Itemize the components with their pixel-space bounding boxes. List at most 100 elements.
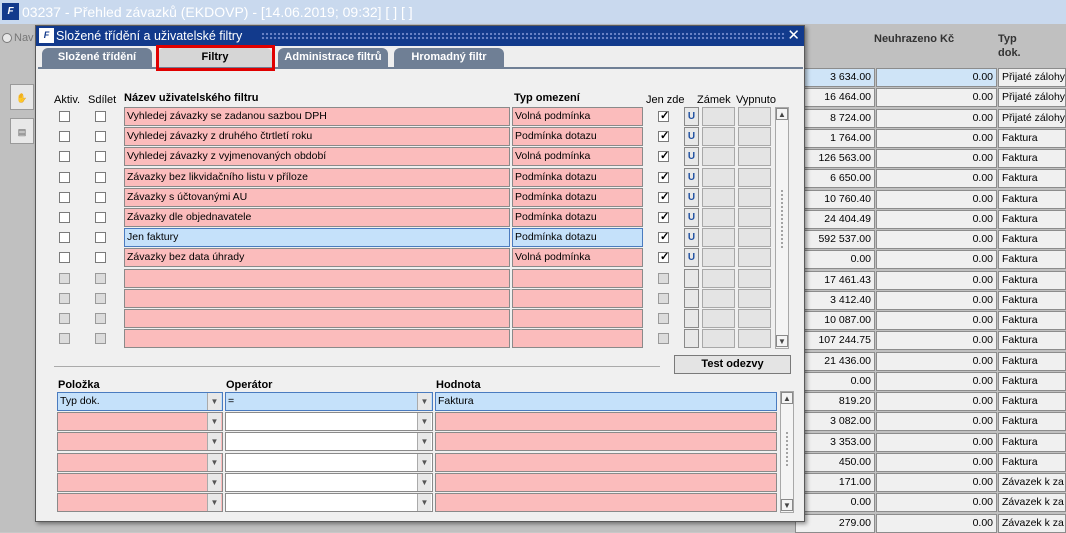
filter-type-field[interactable]: Podmínka dotazu [512,167,643,187]
filter-type-field[interactable] [512,268,643,288]
u-button[interactable]: U [684,248,699,268]
polozka-field[interactable]: Typ dok. [57,392,223,411]
filter-name-field[interactable]: Vyhledej závazky z vyjmenovaných období [124,147,510,167]
filter-type-field[interactable] [512,288,643,308]
aktiv-checkbox[interactable] [59,111,70,122]
sdilet-checkbox[interactable] [95,333,106,345]
jen-zde-checkbox[interactable] [658,210,669,223]
chevron-down-icon[interactable]: ▼ [417,453,431,471]
filter-name-field[interactable]: Jen faktury [124,228,510,248]
sdilet-checkbox[interactable] [95,232,106,244]
sdilet-checkbox[interactable] [95,131,106,143]
hodnota-field[interactable]: Faktura [435,392,777,411]
filter-name-field[interactable]: Závazky dle objednavatele [124,208,510,227]
filter-type-field[interactable]: Volná podmínka [512,107,643,126]
polozka-field[interactable] [57,472,223,492]
jen-zde-checkbox[interactable] [658,313,669,324]
jen-zde-checkbox[interactable] [658,190,669,203]
filter-type-field[interactable]: Volná podmínka [512,147,643,167]
filter-name-field[interactable]: Závazky bez likvidačního listu v příloze [124,167,510,187]
scroll-down-icon[interactable]: ▼ [776,335,788,347]
aktiv-checkbox[interactable] [59,252,70,264]
u-button[interactable]: U [684,208,699,227]
aktiv-checkbox[interactable] [59,151,70,163]
aktiv-checkbox[interactable] [59,313,70,324]
polozka-field[interactable] [57,493,223,512]
u-button[interactable]: U [684,147,699,167]
u-button[interactable] [684,329,699,349]
test-odezvy-button[interactable]: Test odezvy [674,355,791,374]
close-icon[interactable]: ✕ [787,26,800,46]
operator-field[interactable] [225,472,433,492]
jen-zde-checkbox[interactable] [658,230,669,244]
u-button[interactable]: U [684,228,699,248]
chevron-down-icon[interactable]: ▼ [417,433,431,451]
chevron-down-icon[interactable]: ▼ [417,413,431,431]
cond-scroll-down-icon[interactable]: ▼ [781,499,793,511]
jen-zde-checkbox[interactable] [658,149,669,163]
hodnota-field[interactable] [435,472,777,492]
scroll-up-icon[interactable]: ▲ [776,108,788,120]
aktiv-checkbox[interactable] [59,171,70,183]
sdilet-checkbox[interactable] [95,191,106,203]
jen-zde-checkbox[interactable] [658,292,669,304]
jen-zde-checkbox[interactable] [658,129,669,143]
chevron-down-icon[interactable]: ▼ [207,453,221,471]
filter-type-field[interactable]: Podmínka dotazu [512,228,643,248]
polozka-field[interactable] [57,432,223,452]
aktiv-checkbox[interactable] [59,212,70,223]
sdilet-checkbox[interactable] [95,313,106,324]
aktiv-checkbox[interactable] [59,131,70,143]
hodnota-field[interactable] [435,452,777,472]
operator-field[interactable] [225,493,433,512]
polozka-field[interactable] [57,412,223,432]
cond-scroll-grip[interactable] [785,431,789,467]
operator-field[interactable] [225,432,433,452]
tab-administrace-filtru[interactable]: Administrace filtrů [278,48,388,67]
filter-type-field[interactable]: Volná podmínka [512,248,643,268]
hand-icon[interactable]: ✋ [10,84,34,110]
chevron-down-icon[interactable]: ▼ [417,473,431,491]
hodnota-field[interactable] [435,412,777,432]
u-button[interactable] [684,268,699,288]
chevron-down-icon[interactable]: ▼ [417,494,431,511]
operator-field[interactable] [225,452,433,472]
u-button[interactable] [684,309,699,328]
jen-zde-checkbox[interactable] [658,170,669,183]
chevron-down-icon[interactable]: ▼ [207,393,221,410]
dialog-title-bar[interactable]: F Složené třídění a uživatelské filtry ✕ [36,26,804,46]
jen-zde-checkbox[interactable] [658,333,669,345]
tab-slozene-trideni[interactable]: Složené třídění [42,48,152,67]
u-button[interactable]: U [684,167,699,187]
filter-name-field[interactable]: Závazky bez data úhrady [124,248,510,268]
aktiv-checkbox[interactable] [59,232,70,244]
jen-zde-checkbox[interactable] [658,272,669,284]
filter-name-field[interactable]: Vyhledej závazky z druhého čtrtletí roku [124,127,510,147]
aktiv-checkbox[interactable] [59,333,70,345]
filter-type-field[interactable]: Podmínka dotazu [512,208,643,227]
operator-field[interactable] [225,412,433,432]
document-icon[interactable]: ▤ [10,118,34,144]
chevron-down-icon[interactable]: ▼ [207,473,221,491]
u-button[interactable]: U [684,127,699,147]
nav-radio[interactable] [2,33,12,43]
jen-zde-checkbox[interactable] [658,109,669,122]
sdilet-checkbox[interactable] [95,171,106,183]
filter-name-field[interactable]: Vyhledej závazky se zadanou sazbou DPH [124,107,510,126]
aktiv-checkbox[interactable] [59,191,70,203]
filter-name-field[interactable] [124,268,510,288]
sdilet-checkbox[interactable] [95,111,106,122]
aktiv-checkbox[interactable] [59,272,70,284]
filter-type-field[interactable] [512,329,643,349]
filter-type-field[interactable]: Podmínka dotazu [512,127,643,147]
filter-name-field[interactable] [124,288,510,308]
sdilet-checkbox[interactable] [95,252,106,264]
sdilet-checkbox[interactable] [95,212,106,223]
u-button[interactable]: U [684,107,699,126]
hodnota-field[interactable] [435,432,777,452]
filter-name-field[interactable] [124,309,510,328]
u-button[interactable]: U [684,187,699,207]
filter-name-field[interactable] [124,329,510,349]
chevron-down-icon[interactable]: ▼ [207,494,221,511]
scroll-grip[interactable] [780,189,784,249]
